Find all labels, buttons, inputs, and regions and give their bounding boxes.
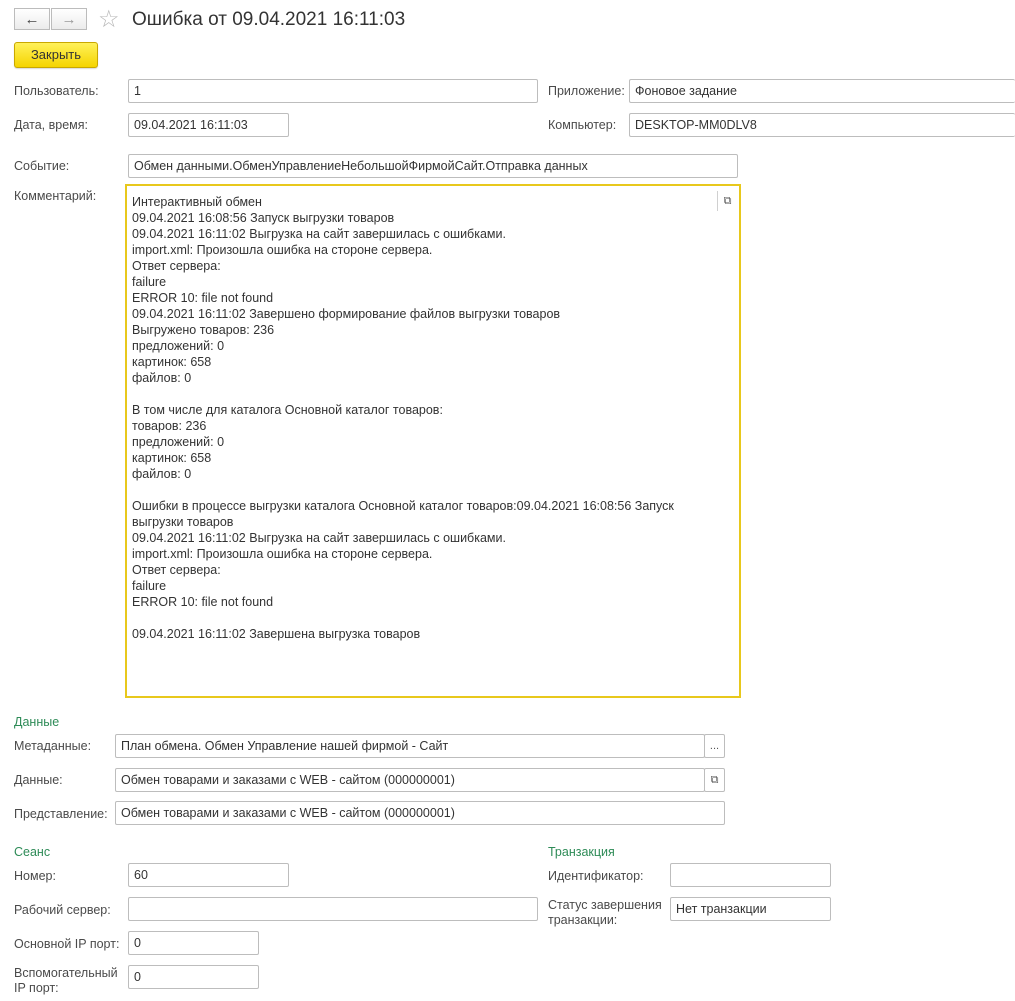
event-label: Событие: — [14, 159, 70, 173]
transaction-section-title: Транзакция — [548, 845, 615, 859]
session-section-title: Сеанс — [14, 845, 51, 859]
aux-ip-port-field[interactable]: 0 — [128, 965, 259, 989]
transaction-status-label: Статус завершения транзакции: — [548, 898, 662, 928]
session-number-field[interactable]: 60 — [128, 863, 289, 887]
forward-button[interactable]: → — [51, 8, 87, 30]
transaction-status-label-line1: Статус завершения — [548, 898, 662, 912]
comment-label: Комментарий: — [14, 189, 97, 203]
user-label: Пользователь: — [14, 84, 99, 98]
presentation-field[interactable]: Обмен товарами и заказами с WEB - сайтом… — [115, 801, 725, 825]
datetime-label: Дата, время: — [14, 118, 89, 132]
transaction-status-label-line2: транзакции: — [548, 913, 618, 927]
comment-text: Интерактивный обмен 09.04.2021 16:08:56 … — [132, 195, 674, 641]
application-label: Приложение: — [548, 84, 625, 98]
arrow-right-icon: → — [61, 10, 77, 28]
work-server-label: Рабочий сервер: — [14, 903, 111, 917]
metadata-field[interactable]: План обмена. Обмен Управление нашей фирм… — [115, 734, 705, 758]
event-field[interactable]: Обмен данными.ОбменУправлениеНебольшойФи… — [128, 154, 738, 178]
metadata-label: Метаданные: — [14, 739, 92, 753]
presentation-label: Представление: — [14, 807, 108, 821]
user-field[interactable]: 1 — [128, 79, 538, 103]
main-ip-port-label: Основной IP порт: — [14, 937, 120, 951]
application-field[interactable]: Фоновое задание — [629, 79, 1015, 103]
computer-label: Компьютер: — [548, 118, 617, 132]
open-window-icon: ⧉ — [710, 773, 719, 786]
aux-ip-port-label: Вспомогательный IP порт: — [14, 966, 118, 996]
favorite-star-icon[interactable]: ☆ — [98, 5, 120, 34]
data-field[interactable]: Обмен товарами и заказами с WEB - сайтом… — [115, 768, 705, 792]
back-button[interactable]: ← — [14, 8, 50, 30]
arrow-left-icon: ← — [24, 10, 40, 28]
session-number-label: Номер: — [14, 869, 56, 883]
main-ip-port-field[interactable]: 0 — [128, 931, 259, 955]
ellipsis-icon: ... — [709, 740, 720, 752]
data-open-button[interactable]: ⧉ — [704, 768, 725, 792]
aux-ip-port-label-line2: IP порт: — [14, 981, 59, 995]
close-button[interactable]: Закрыть — [14, 42, 98, 68]
data-label: Данные: — [14, 773, 63, 787]
work-server-field[interactable] — [128, 897, 538, 921]
aux-ip-port-label-line1: Вспомогательный — [14, 966, 118, 980]
metadata-select-button[interactable]: ... — [704, 734, 725, 758]
computer-field[interactable]: DESKTOP-MM0DLV8 — [629, 113, 1015, 137]
data-section-title: Данные — [14, 715, 60, 729]
datetime-field[interactable]: 09.04.2021 16:11:03 — [128, 113, 289, 137]
comment-textarea[interactable]: Интерактивный обмен 09.04.2021 16:08:56 … — [125, 184, 741, 698]
open-comment-button[interactable]: ⧉ — [717, 191, 737, 211]
transaction-status-field[interactable]: Нет транзакции — [670, 897, 831, 921]
transaction-id-label: Идентификатор: — [548, 869, 644, 883]
page-title: Ошибка от 09.04.2021 16:11:03 — [132, 9, 406, 30]
open-window-icon: ⧉ — [723, 194, 732, 207]
transaction-id-field[interactable] — [670, 863, 831, 887]
